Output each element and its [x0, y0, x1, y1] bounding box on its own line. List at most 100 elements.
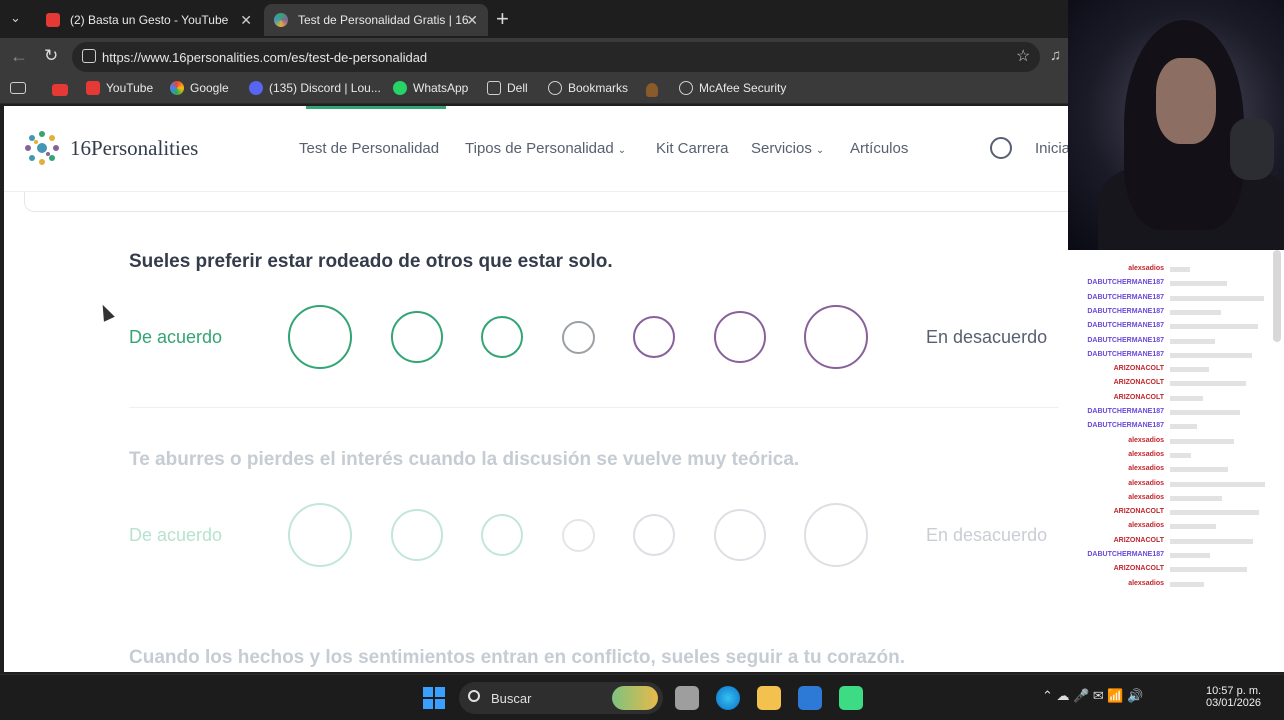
- nav-articulos[interactable]: Artículos: [850, 140, 908, 157]
- bookmark-youtube[interactable]: YouTube: [86, 81, 153, 95]
- search-icon: [468, 690, 480, 702]
- windows-start-icon[interactable]: [423, 687, 445, 709]
- chat-username: DABUTCHERMANE187: [1087, 322, 1164, 330]
- chat-message-placeholder: [1170, 410, 1240, 415]
- chat-username: DABUTCHERMANE187: [1087, 336, 1164, 344]
- address-bar[interactable]: https://www.16personalities.com/es/test-…: [72, 42, 1040, 72]
- answer-option-agree-strong[interactable]: [288, 305, 352, 369]
- accessibility-icon[interactable]: [990, 137, 1012, 159]
- nav-test-de-personalidad[interactable]: Test de Personalidad: [299, 140, 439, 157]
- chat-message-placeholder: [1170, 538, 1253, 544]
- 16personalities-icon: [274, 13, 288, 27]
- tab-16personalities[interactable]: Test de Personalidad Gratis | 16Per ✕: [264, 4, 488, 36]
- chat-username: DABUTCHERMANE187: [1087, 551, 1164, 558]
- chat-username: ARIZONACOLT: [1113, 379, 1164, 387]
- app-icon[interactable]: [839, 686, 863, 710]
- chat-message-placeholder: [1170, 452, 1191, 458]
- tab-title: (2) Basta un Gesto - YouTube: [70, 13, 229, 27]
- task-view-icon[interactable]: [675, 686, 699, 710]
- chat-message-placeholder: [1170, 267, 1190, 272]
- bookmark-star-icon[interactable]: ☆: [1016, 46, 1030, 66]
- answer-option-agree[interactable]: [391, 311, 443, 363]
- chat-username: alexsadios: [1128, 579, 1164, 587]
- close-tab-icon[interactable]: ✕: [466, 12, 478, 29]
- back-arrow-icon[interactable]: ←: [10, 46, 28, 67]
- nav-kit-carrera[interactable]: Kit Carrera: [656, 140, 729, 157]
- answer-option-disagree-strong[interactable]: [804, 305, 868, 369]
- sidebar-toggle-icon[interactable]: [10, 82, 26, 94]
- answer-option-disagree-slight[interactable]: [633, 514, 675, 556]
- card-edge: [24, 192, 1068, 212]
- tab-search-chevron-icon[interactable]: ⌄: [10, 10, 21, 26]
- nav-servicios[interactable]: Servicios ⌄: [751, 140, 824, 157]
- streamer-face: [1156, 58, 1216, 144]
- chat-username: alexsadios: [1128, 493, 1164, 501]
- bookmark-bookmarks[interactable]: Bookmarks: [548, 81, 628, 95]
- question-text: Sueles preferir estar rodeado de otros q…: [129, 251, 613, 272]
- chat-username: DABUTCHERMANE187: [1087, 307, 1164, 315]
- site-info-icon[interactable]: [82, 49, 96, 63]
- system-tray-icons[interactable]: ⌃ ☁ 🎤 ✉ 📶 🔊: [1042, 688, 1143, 704]
- mouse-cursor-icon: [97, 302, 115, 322]
- answer-option-agree-strong[interactable]: [288, 503, 352, 567]
- 16personalities-logo-icon[interactable]: [22, 128, 62, 168]
- edge-browser-icon[interactable]: [716, 686, 740, 710]
- answer-option-disagree[interactable]: [714, 509, 766, 561]
- site-header: 16Personalities Test de Personalidad Tip…: [4, 106, 1068, 192]
- chat-username: DABUTCHERMANE187: [1087, 293, 1164, 301]
- chat-message-placeholder: [1170, 381, 1246, 387]
- file-explorer-icon[interactable]: [757, 686, 781, 710]
- reload-icon[interactable]: ↻: [44, 46, 58, 66]
- whatsapp-icon: [393, 81, 407, 95]
- stream-chat: alexsadios DABUTCHERMANE187 DABUTCHERMANE1…: [1068, 250, 1284, 672]
- new-tab-plus-icon[interactable]: +: [496, 6, 509, 32]
- question-divider: [129, 407, 1059, 408]
- answer-option-disagree[interactable]: [714, 311, 766, 363]
- answer-option-neutral[interactable]: [562, 321, 595, 354]
- store-icon[interactable]: [798, 686, 822, 710]
- chat-message-placeholder: [1170, 367, 1209, 373]
- bookmark-mcafee[interactable]: McAfee Security: [679, 81, 786, 95]
- extension-icon[interactable]: [646, 83, 658, 97]
- brand-name[interactable]: 16Personalities: [70, 136, 198, 161]
- login-link[interactable]: Inicia: [1035, 140, 1068, 157]
- question-text: Te aburres o pierdes el interés cuando l…: [129, 449, 800, 470]
- answer-option-neutral[interactable]: [562, 519, 595, 552]
- chat-username: DABUTCHERMANE187: [1087, 422, 1164, 430]
- bookmark-google[interactable]: Google: [170, 81, 229, 95]
- widget-icon[interactable]: [612, 686, 658, 710]
- answer-option-disagree-strong[interactable]: [804, 503, 868, 567]
- chat-message-placeholder: [1170, 553, 1210, 558]
- tab-youtube[interactable]: (2) Basta un Gesto - YouTube ✕: [36, 4, 262, 36]
- answer-option-agree-slight[interactable]: [481, 316, 523, 358]
- youtube-icon: [46, 13, 60, 27]
- youtube-shortcut-icon[interactable]: [52, 84, 68, 96]
- chat-username: DABUTCHERMANE187: [1087, 350, 1164, 358]
- chat-message-placeholder: [1170, 467, 1228, 473]
- system-clock[interactable]: 10:57 p. m. 03/01/2026: [1206, 685, 1261, 709]
- answer-option-disagree-slight[interactable]: [633, 316, 675, 358]
- webcam-overlay: [1068, 0, 1284, 250]
- chat-message-placeholder: [1170, 281, 1227, 287]
- media-control-icon[interactable]: ♫: [1050, 47, 1061, 64]
- disagree-label: En desacuerdo: [926, 525, 1048, 545]
- agree-label: De acuerdo: [129, 327, 223, 347]
- microphone-icon: [1230, 118, 1274, 180]
- chat-message-placeholder: [1170, 395, 1203, 401]
- globe-icon: [679, 81, 693, 95]
- bookmark-dell[interactable]: Dell: [487, 81, 528, 95]
- chat-message-placeholder: [1170, 309, 1221, 315]
- chevron-down-icon: ⌄: [815, 145, 825, 156]
- google-icon: [170, 81, 184, 95]
- chat-scrollbar[interactable]: [1273, 250, 1281, 342]
- bookmark-discord[interactable]: (135) Discord | Lou...: [249, 81, 381, 95]
- close-tab-icon[interactable]: ✕: [240, 12, 252, 29]
- folder-icon: [487, 81, 501, 95]
- chat-username: alexsadios: [1128, 479, 1164, 487]
- answer-option-agree-slight[interactable]: [481, 514, 523, 556]
- chat-message-placeholder: [1170, 295, 1264, 301]
- bookmark-whatsapp[interactable]: WhatsApp: [393, 81, 468, 95]
- answer-option-agree[interactable]: [391, 509, 443, 561]
- nav-tipos-de-personalidad[interactable]: Tipos de Personalidad ⌄: [465, 140, 626, 157]
- chat-username: ARIZONACOLT: [1113, 565, 1164, 573]
